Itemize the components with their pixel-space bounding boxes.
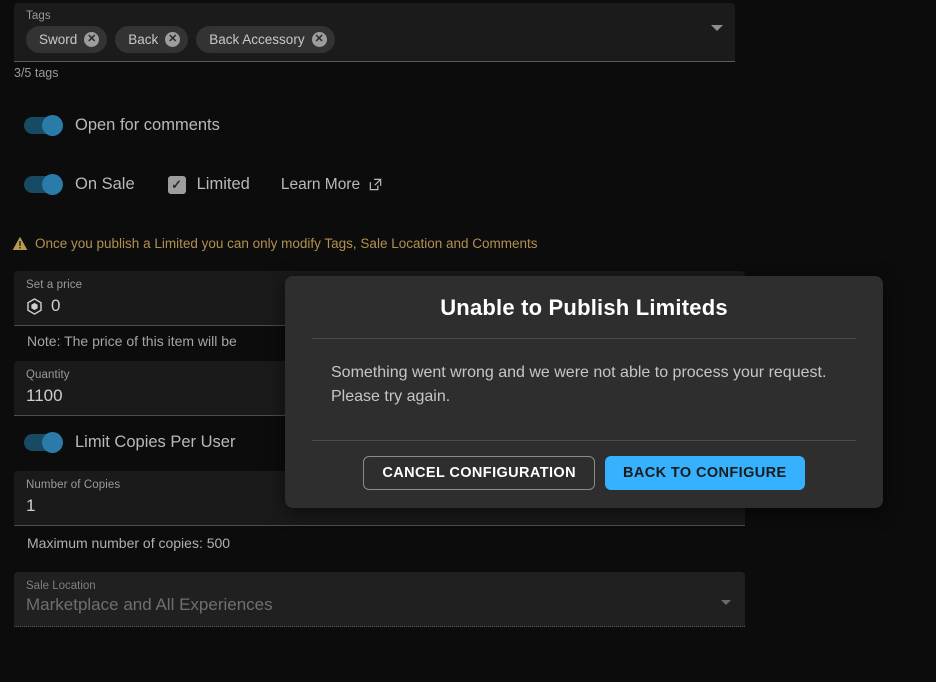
limited-checkbox[interactable]: ✓ xyxy=(167,175,186,194)
learn-more-label: Learn More xyxy=(280,175,361,193)
tag-chip[interactable]: Back ✕ xyxy=(115,26,189,53)
learn-more-link[interactable]: Learn More xyxy=(281,176,383,194)
warning-triangle-icon xyxy=(12,236,28,250)
sale-location-select[interactable]: Sale Location Marketplace and All Experi… xyxy=(14,572,745,627)
tags-counter: 3/5 tags xyxy=(14,66,59,80)
sale-location-label: Sale Location xyxy=(26,580,96,592)
close-circle-icon[interactable]: ✕ xyxy=(84,32,100,47)
limited-warning-text: Once you publish a Limited you can only … xyxy=(35,236,538,251)
chevron-down-icon[interactable] xyxy=(711,25,723,31)
close-circle-icon[interactable]: ✕ xyxy=(311,32,327,47)
back-to-configure-button[interactable]: BACK TO CONFIGURE xyxy=(604,456,805,490)
sale-location-value: Marketplace and All Experiences xyxy=(26,595,273,614)
cancel-configuration-button[interactable]: CANCEL CONFIGURATION xyxy=(363,456,595,490)
on-sale-row[interactable]: On Sale ✓ Limited Learn More xyxy=(24,174,745,195)
tag-chip-label: Back xyxy=(128,32,159,47)
max-copies-note: Maximum number of copies: 500 xyxy=(27,535,231,551)
open-for-comments-label: Open for comments xyxy=(75,116,220,134)
page-root: Tags Sword ✕ Back ✕ Back Accessory ✕ 3/5… xyxy=(0,0,936,682)
open-for-comments-row[interactable]: Open for comments xyxy=(24,115,745,136)
modal-title: Unable to Publish Limiteds xyxy=(440,295,728,320)
price-value: 0 xyxy=(51,296,61,315)
chevron-down-icon[interactable] xyxy=(721,600,731,605)
tag-chip[interactable]: Back Accessory ✕ xyxy=(196,26,335,53)
open-for-comments-toggle[interactable] xyxy=(24,115,63,136)
limit-copies-label: Limit Copies Per User xyxy=(75,433,236,451)
tags-chip-row: Sword ✕ Back ✕ Back Accessory ✕ xyxy=(26,26,701,53)
limit-copies-toggle[interactable] xyxy=(24,432,63,453)
modal-message: Something went wrong and we were not abl… xyxy=(331,364,827,405)
tag-chip-label: Sword xyxy=(39,32,78,47)
modal-actions: CANCEL CONFIGURATION BACK TO CONFIGURE xyxy=(285,441,883,508)
tags-field[interactable]: Tags Sword ✕ Back ✕ Back Accessory ✕ xyxy=(14,3,735,62)
tag-chip[interactable]: Sword ✕ xyxy=(26,26,108,53)
external-link-icon xyxy=(369,178,382,191)
tag-chip-label: Back Accessory xyxy=(209,32,305,47)
on-sale-toggle[interactable] xyxy=(24,174,63,195)
limited-label: Limited xyxy=(196,175,250,193)
robux-icon xyxy=(27,297,42,315)
limited-warning: Once you publish a Limited you can only … xyxy=(12,236,745,251)
on-sale-label: On Sale xyxy=(75,175,135,193)
tags-label: Tags xyxy=(26,10,51,22)
close-circle-icon[interactable]: ✕ xyxy=(165,32,181,47)
error-modal: Unable to Publish Limiteds Something wen… xyxy=(285,276,883,508)
